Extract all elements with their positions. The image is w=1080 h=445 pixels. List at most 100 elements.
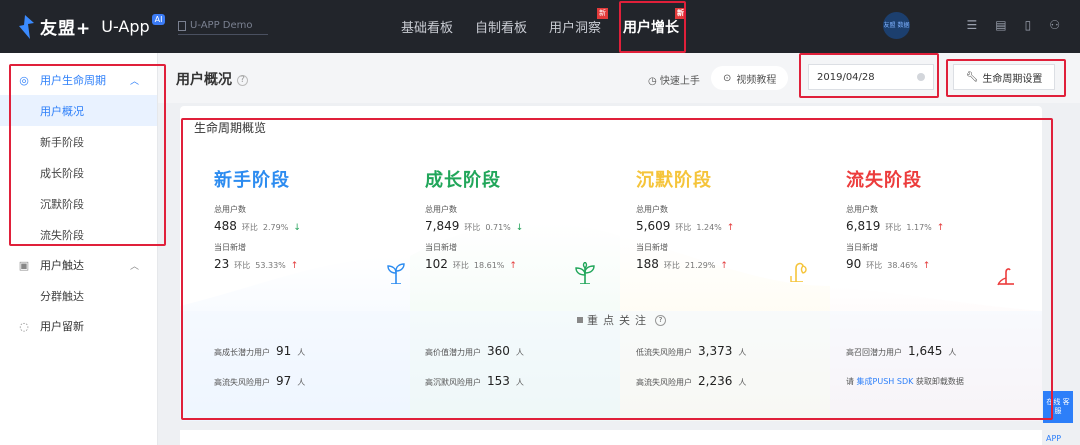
sidebar-item-novice-stage[interactable]: 新手阶段 bbox=[0, 126, 157, 157]
next-card bbox=[180, 430, 1042, 445]
lifecycle-settings-button[interactable]: 🔧︎ 生命周期设置 bbox=[953, 64, 1055, 90]
focus-item-label: 高价值潜力用户 bbox=[425, 348, 481, 357]
wilted-plant-icon bbox=[997, 268, 1014, 286]
arrow-up-icon: ↑ bbox=[720, 261, 728, 271]
brand-badge: AI bbox=[151, 14, 166, 25]
total-users-row: 6,819 环比 1.17% ↑ bbox=[846, 219, 1042, 233]
new-users-value: 23 bbox=[214, 257, 230, 271]
brand-app: U-App bbox=[101, 17, 150, 36]
new-users-label: 当日新增 bbox=[425, 243, 457, 252]
focus-item[interactable]: 高沉默风险用户 153 人 bbox=[425, 374, 524, 388]
focus-item[interactable]: 高流失风险用户 2,236 人 bbox=[636, 374, 746, 388]
compare-value: 38.46% bbox=[887, 261, 918, 270]
sidebar-item-silent-stage[interactable]: 沉默阶段 bbox=[0, 188, 157, 219]
focus-item-unit: 人 bbox=[738, 348, 747, 357]
focus-title: 重点关注 ? bbox=[577, 312, 666, 328]
compare-value: 0.71% bbox=[485, 223, 511, 232]
sidebar-group-label: 用户生命周期 bbox=[40, 74, 106, 87]
focus-item[interactable]: 高流失风险用户 97 人 bbox=[214, 374, 305, 388]
brand-logo[interactable]: 友盟+ U-App AI bbox=[16, 14, 166, 39]
app-selector[interactable]: U-APP Demo bbox=[178, 17, 268, 35]
quick-start-link[interactable]: ◷ 快速上手 bbox=[648, 72, 700, 87]
date-picker[interactable]: 2019/04/28 bbox=[808, 64, 934, 90]
new-users-row: 188 环比 21.29% ↑ bbox=[636, 257, 846, 271]
compare-label: 环比 bbox=[452, 261, 469, 270]
page-header: 用户概况? ◷ 快速上手 ⊙ 视频教程 2019/04/28 🔧︎ 生命周期设置 bbox=[158, 53, 1080, 103]
sidebar-item-growth-stage[interactable]: 成长阶段 bbox=[0, 157, 157, 188]
avatar[interactable]: 友盟 数据 bbox=[883, 12, 910, 39]
sidebar-group-label: 用户触达 bbox=[40, 259, 84, 272]
stage-name: 流失阶段 bbox=[846, 170, 922, 191]
stage-novice: 新手阶段 总用户数 488 环比 2.79% ↓ 当日新增 23 环比 53.3… bbox=[214, 166, 424, 284]
sidebar-group-retention[interactable]: ◌ 用户留新 bbox=[0, 311, 157, 341]
nav-user-insight[interactable]: 用户洞察 新 bbox=[541, 0, 609, 53]
list-icon[interactable]: ☰ bbox=[967, 18, 978, 32]
sidebar-item-user-overview[interactable]: 用户概况 bbox=[0, 95, 157, 126]
help-icon[interactable]: ? bbox=[655, 314, 666, 326]
focus-title-text: 重点关注 bbox=[587, 314, 651, 327]
tip-prefix: 请 bbox=[846, 377, 854, 386]
clear-icon[interactable] bbox=[917, 73, 925, 81]
sidebar-item-label: 流失阶段 bbox=[40, 228, 84, 242]
compare-value: 1.24% bbox=[696, 223, 722, 232]
arrow-up-icon: ↑ bbox=[936, 223, 945, 233]
new-badge: 新 bbox=[597, 8, 609, 19]
document-icon[interactable]: ▤ bbox=[995, 18, 1006, 32]
sidebar-item-segment-reach[interactable]: 分群触达 bbox=[0, 280, 157, 311]
focus-item-unit: 人 bbox=[948, 348, 957, 357]
push-sdk-link[interactable]: 集成PUSH SDK bbox=[857, 377, 914, 386]
focus-item-value: 360 bbox=[487, 344, 510, 358]
lifecycle-overview-card: 生命周期概览 新手阶段 总用户数 488 环比 2.79% ↓ 当日新增 23 … bbox=[180, 106, 1042, 421]
sidebar-item-label: 新手阶段 bbox=[40, 135, 84, 149]
arrow-up-icon: ↑ bbox=[726, 223, 735, 233]
nav-basic-board[interactable]: 基础看板 bbox=[393, 0, 461, 53]
nav-label: 用户增长 bbox=[623, 19, 680, 36]
focus-item-value: 2,236 bbox=[698, 374, 733, 388]
sidebar-item-label: 用户概况 bbox=[40, 104, 84, 118]
total-users-value: 6,819 bbox=[846, 219, 881, 233]
new-badge: 新 bbox=[675, 8, 687, 19]
focus-item-label: 高流失风险用户 bbox=[214, 378, 270, 387]
new-users-value: 102 bbox=[425, 257, 448, 271]
focus-item-value: 97 bbox=[276, 374, 292, 388]
nav-custom-board[interactable]: 自制看板 bbox=[467, 0, 535, 53]
app-link[interactable]: APP bbox=[1046, 434, 1061, 443]
focus-item-unit: 人 bbox=[515, 378, 524, 387]
new-users-value: 188 bbox=[636, 257, 659, 271]
focus-item-unit: 人 bbox=[738, 378, 747, 387]
new-users-label: 当日新增 bbox=[214, 243, 246, 252]
card-title: 生命周期概览 bbox=[194, 121, 267, 135]
focus-item-label: 高召回潜力用户 bbox=[846, 348, 902, 357]
compare-label: 环比 bbox=[866, 261, 883, 270]
help-icon[interactable]: ? bbox=[237, 74, 248, 86]
arrow-down-icon: ↓ bbox=[515, 223, 524, 233]
chevron-up-icon: ︿ bbox=[130, 261, 140, 272]
compare-label: 环比 bbox=[234, 261, 251, 270]
nav-label: 自制看板 bbox=[475, 21, 528, 36]
video-tutorial-button[interactable]: ⊙ 视频教程 bbox=[711, 66, 789, 90]
focus-item[interactable]: 低流失风险用户 3,373 人 bbox=[636, 344, 746, 358]
app-selector-label: U-APP Demo bbox=[190, 20, 253, 31]
online-service-button[interactable]: 在线 客服 bbox=[1043, 391, 1073, 423]
sidebar-item-churn-stage[interactable]: 流失阶段 bbox=[0, 219, 157, 250]
nav-user-growth[interactable]: 用户增长 新 bbox=[615, 0, 687, 53]
focus-item-label: 高流失风险用户 bbox=[636, 378, 692, 387]
focus-item-label: 高沉默风险用户 bbox=[425, 378, 481, 387]
focus-item[interactable]: 高价值潜力用户 360 人 bbox=[425, 344, 524, 358]
sidebar-group-reach[interactable]: ▣ 用户触达 ︿ bbox=[0, 250, 157, 280]
sprout-icon bbox=[387, 263, 405, 284]
sidebar: ◎ 用户生命周期 ︿ 用户概况 新手阶段 成长阶段 沉默阶段 流失阶段 ▣ 用户… bbox=[0, 53, 158, 445]
total-users-row: 7,849 环比 0.71% ↓ bbox=[425, 219, 635, 233]
focus-item[interactable]: 高召回潜力用户 1,645 人 bbox=[846, 344, 956, 358]
compare-label: 环比 bbox=[241, 223, 258, 232]
sidebar-group-lifecycle[interactable]: ◎ 用户生命周期 ︿ bbox=[0, 65, 157, 95]
play-icon: ⊙ bbox=[723, 72, 732, 84]
focus-item[interactable]: 高成长潜力用户 91 人 bbox=[214, 344, 305, 358]
nav-label: 基础看板 bbox=[401, 21, 454, 36]
compare-value: 18.61% bbox=[473, 261, 505, 270]
mobile-icon[interactable]: ▯ bbox=[1025, 18, 1032, 32]
new-users-value: 90 bbox=[846, 257, 862, 271]
clock-icon: ◷ bbox=[648, 76, 657, 87]
user-icon[interactable]: ⚇ bbox=[1049, 18, 1060, 32]
plant-icon bbox=[575, 262, 595, 284]
